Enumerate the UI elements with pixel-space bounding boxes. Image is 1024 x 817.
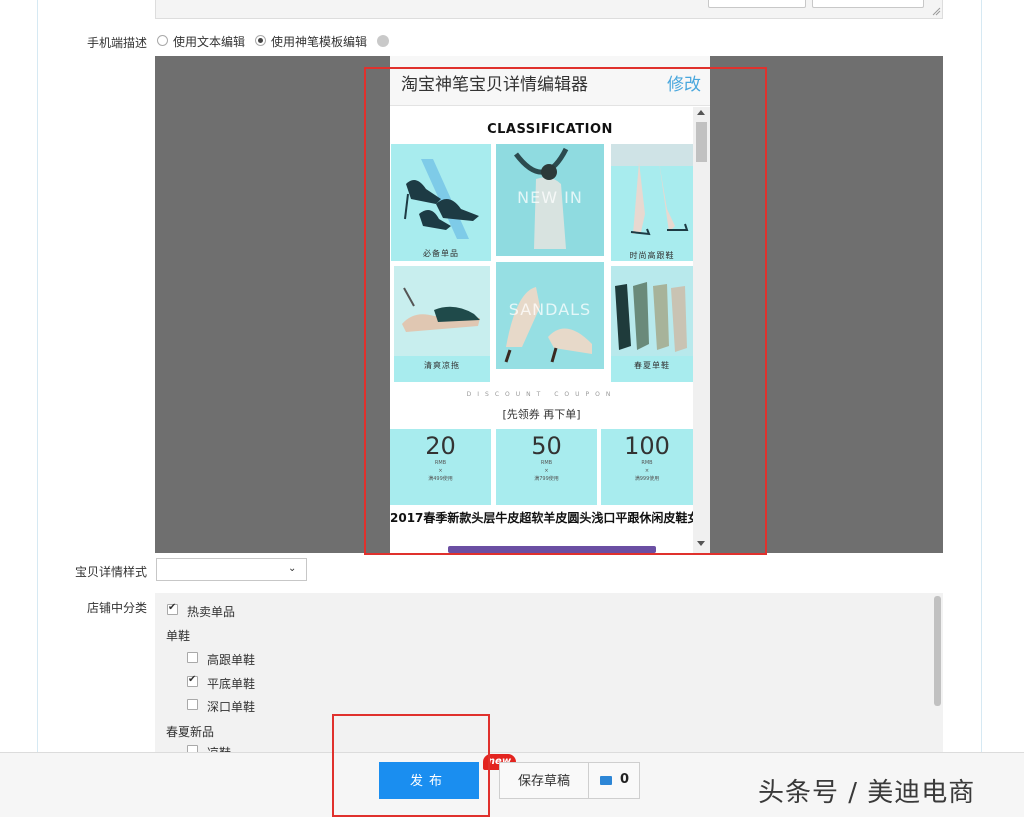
radio-template-edit[interactable]	[255, 35, 266, 46]
store-category-label: 店铺中分类	[86, 601, 147, 615]
chevron-down-icon: ⌄	[288, 563, 297, 574]
watermark-text: 头条号 / 美迪电商	[758, 778, 976, 808]
category-item-label[interactable]: 深口单鞋	[207, 698, 255, 715]
resize-grip-icon[interactable]	[931, 6, 941, 16]
page-border-right	[981, 0, 982, 752]
mail-icon	[600, 776, 612, 785]
editor-button[interactable]	[708, 0, 806, 8]
page-border-left	[37, 0, 38, 752]
category-group-label: 单鞋	[166, 629, 191, 643]
highlight-box-preview	[364, 67, 767, 555]
category-item-label[interactable]: 高跟单鞋	[207, 651, 255, 668]
save-draft-button[interactable]: 保存草稿	[499, 762, 589, 799]
store-category-panel	[155, 593, 943, 753]
category-item-label[interactable]: 热卖单品	[187, 603, 235, 620]
message-button[interactable]	[589, 762, 640, 799]
mobile-desc-label: 手机端描述	[86, 36, 147, 50]
pc-description-editor[interactable]	[155, 0, 943, 19]
checkbox-hot-items[interactable]	[167, 602, 178, 615]
category-group-label: 春夏新品	[166, 725, 215, 739]
radio-text-edit-label[interactable]: 使用文本编辑	[173, 33, 245, 50]
checkbox-flats[interactable]	[187, 674, 198, 687]
detail-style-select[interactable]	[156, 558, 307, 581]
radio-text-edit[interactable]	[157, 35, 168, 46]
radio-template-edit-label[interactable]: 使用神笔模板编辑	[271, 33, 367, 50]
checkbox-deep-cut[interactable]	[187, 699, 198, 710]
editor-button[interactable]	[812, 0, 924, 8]
help-icon[interactable]	[377, 35, 389, 47]
highlight-box-publish	[332, 714, 490, 817]
message-count: 0	[620, 772, 630, 787]
detail-style-label: 宝贝详情样式	[74, 565, 147, 579]
checkbox-high-heels[interactable]	[187, 652, 198, 663]
category-scroll-thumb[interactable]	[934, 596, 941, 706]
category-item-label[interactable]: 平底单鞋	[207, 675, 255, 692]
